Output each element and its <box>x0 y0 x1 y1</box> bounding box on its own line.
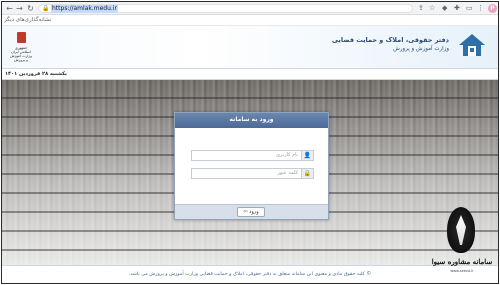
login-header: ورود به سامانه <box>175 113 328 128</box>
house-logo-icon <box>459 34 485 56</box>
url-text[interactable]: https://amlak.medu.ir <box>51 5 118 13</box>
extension-icon[interactable]: ◆ <box>442 4 447 13</box>
star-icon[interactable]: ☆ <box>429 4 435 13</box>
login-button[interactable]: ورود ⇦ <box>237 207 265 217</box>
password-field[interactable]: 🔒 <box>191 168 314 179</box>
logo-caption: جمهوری اسلامی ایران وزارت آموزش و پرورش <box>10 46 32 62</box>
bookmarks-bar: نشانه‌گذاری‌های دیگر <box>2 15 498 26</box>
copyright-text: © کلیه حقوق مادی و معنوی این سامانه متعل… <box>128 272 372 277</box>
office-title: دفتر حقوقی، املاک و حمایت قضایی <box>331 36 449 44</box>
username-field[interactable]: 👤 <box>191 150 314 161</box>
browser-toolbar: ← → ↻ 🔒 https://amlak.medu.ir ⇪ ☆ ◆ ✚ ▭ … <box>2 2 498 15</box>
share-icon[interactable]: ⇪ <box>418 4 424 13</box>
forward-icon[interactable]: → <box>15 4 24 13</box>
login-button-label: ورود <box>249 209 259 215</box>
page-footer: © کلیه حقوق مادی و معنوی این سامانه متعل… <box>2 265 498 283</box>
current-date: یکشنبه ۲۸ فروردین ۱۴۰۱ <box>5 71 67 77</box>
bookmark-item[interactable]: نشانه‌گذاری‌های دیگر <box>4 16 51 25</box>
reload-icon[interactable]: ↻ <box>26 4 35 13</box>
site-header: جمهوری اسلامی ایران وزارت آموزش و پرورش … <box>2 26 498 68</box>
profile-avatar[interactable]: P <box>488 4 497 13</box>
password-input[interactable] <box>192 169 301 178</box>
puzzle-icon[interactable]: ✚ <box>454 4 460 13</box>
sign-in-icon: ⇦ <box>243 209 248 215</box>
address-bar[interactable]: 🔒 https://amlak.medu.ir <box>38 4 413 13</box>
sidebar-icon[interactable]: ▭ <box>466 4 473 13</box>
emblem-icon <box>17 32 26 43</box>
watermark-url: www.seeva.ir <box>450 269 474 273</box>
lock-icon[interactable]: 🔒 <box>42 5 49 13</box>
screenshot-frame: ← → ↻ 🔒 https://amlak.medu.ir ⇪ ☆ ◆ ✚ ▭ … <box>1 1 499 284</box>
lock-icon: 🔒 <box>301 169 313 178</box>
username-input[interactable] <box>192 151 301 160</box>
login-panel: ورود به سامانه 👤 🔒 ورود ⇦ <box>174 112 329 220</box>
ministry-logo: جمهوری اسلامی ایران وزارت آموزش و پرورش <box>9 30 33 62</box>
date-strip: یکشنبه ۲۸ فروردین ۱۴۰۱ <box>2 68 498 80</box>
back-icon[interactable]: ← <box>5 4 14 13</box>
watermark: سامانه مشاوره سیوا www.seeva.ir <box>429 207 495 283</box>
menu-dots-icon[interactable]: ⋮ <box>477 4 484 13</box>
login-footer: ورود ⇦ <box>175 204 328 219</box>
login-title: ورود به سامانه <box>229 116 274 123</box>
user-icon: 👤 <box>301 151 313 160</box>
ministry-name: وزارت آموزش و پرورش <box>393 46 449 52</box>
watermark-name: سامانه مشاوره سیوا <box>431 257 493 266</box>
